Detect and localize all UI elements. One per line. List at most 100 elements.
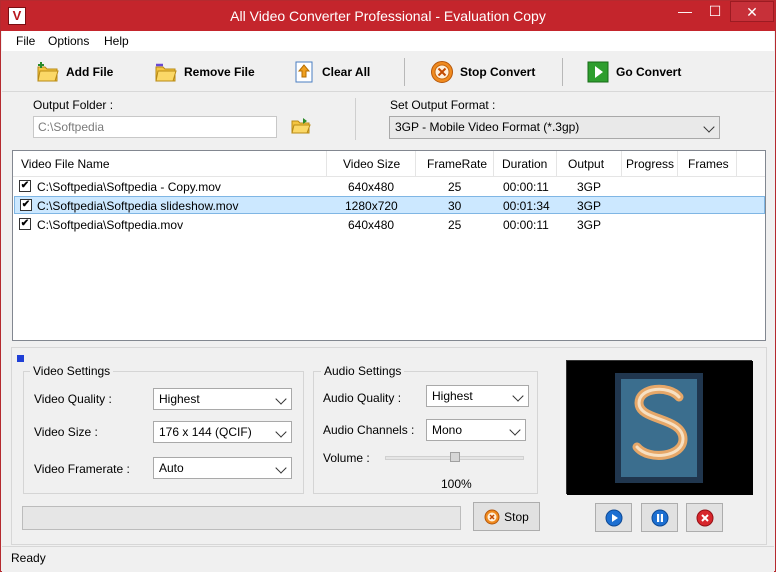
stop-button[interactable]: Stop xyxy=(473,502,540,531)
remove-file-icon xyxy=(154,60,178,84)
column-divider[interactable] xyxy=(621,151,622,177)
row-file-name: C:\Softpedia\Softpedia - Copy.mov xyxy=(37,180,221,194)
video-framerate-value: Auto xyxy=(159,461,184,475)
table-row[interactable]: ✔ C:\Softpedia\Softpedia.mov 640x480 25 … xyxy=(14,215,765,234)
app-window: V All Video Converter Professional - Eva… xyxy=(0,0,776,572)
volume-slider-thumb[interactable] xyxy=(449,452,460,462)
go-convert-label: Go Convert xyxy=(616,65,682,79)
maximize-button[interactable]: ☐ xyxy=(701,1,729,22)
browse-folder-icon[interactable] xyxy=(291,117,311,138)
row-checkbox[interactable]: ✔ xyxy=(20,199,32,211)
row-output: 3GP xyxy=(577,199,602,213)
row-framerate: 30 xyxy=(448,199,462,213)
table-row[interactable]: ✔ C:\Softpedia\Softpedia - Copy.mov 640x… xyxy=(14,177,765,196)
toolbar: Add File Remove File Clear All Stop Conv… xyxy=(2,52,774,92)
video-settings-title: Video Settings xyxy=(30,364,114,378)
file-list[interactable]: Video File Name Video Size FrameRate Dur… xyxy=(12,150,766,341)
column-divider[interactable] xyxy=(415,151,416,177)
output-divider xyxy=(355,98,356,140)
video-quality-select[interactable]: Highest xyxy=(153,388,292,410)
column-framerate[interactable]: FrameRate xyxy=(427,157,487,171)
file-list-header: Video File Name Video Size FrameRate Dur… xyxy=(13,151,765,177)
row-checkbox[interactable]: ✔ xyxy=(19,218,31,230)
stop-convert-button[interactable]: Stop Convert xyxy=(430,58,535,86)
menu-bar: File Options Help xyxy=(2,31,774,51)
chevron-down-icon xyxy=(703,121,715,133)
row-checkbox[interactable]: ✔ xyxy=(19,180,31,192)
column-divider[interactable] xyxy=(326,151,327,177)
column-divider[interactable] xyxy=(677,151,678,177)
pause-icon xyxy=(651,509,668,526)
video-preview xyxy=(566,360,753,495)
column-duration[interactable]: Duration xyxy=(502,157,547,171)
audio-channels-label: Audio Channels : xyxy=(323,423,415,437)
row-duration: 00:01:34 xyxy=(503,199,550,213)
output-format-select[interactable]: 3GP - Mobile Video Format (*.3gp) xyxy=(389,116,720,139)
audio-quality-select[interactable]: Highest xyxy=(426,385,529,407)
go-convert-icon xyxy=(586,60,610,84)
row-file-name: C:\Softpedia\Softpedia slideshow.mov xyxy=(37,199,239,213)
column-divider[interactable] xyxy=(493,151,494,177)
status-text: Ready xyxy=(11,551,46,565)
row-framerate: 25 xyxy=(448,180,462,194)
add-file-button[interactable]: Add File xyxy=(36,58,113,86)
go-convert-button[interactable]: Go Convert xyxy=(586,58,681,86)
pause-button[interactable] xyxy=(641,503,678,532)
minimize-button[interactable]: — xyxy=(671,1,699,22)
column-output[interactable]: Output xyxy=(568,157,604,171)
cancel-icon xyxy=(696,509,713,526)
row-framerate: 25 xyxy=(448,218,462,232)
stop-convert-icon xyxy=(430,60,454,84)
video-framerate-select[interactable]: Auto xyxy=(153,457,292,479)
status-bar: Ready xyxy=(2,546,774,572)
audio-quality-label: Audio Quality : xyxy=(323,391,402,405)
row-duration: 00:00:11 xyxy=(503,218,549,232)
row-output: 3GP xyxy=(577,218,602,232)
row-duration: 00:00:11 xyxy=(503,180,549,194)
chevron-down-icon xyxy=(509,424,521,436)
column-progress[interactable]: Progress xyxy=(626,157,674,171)
video-size-label: Video Size : xyxy=(34,425,98,439)
remove-file-button[interactable]: Remove File xyxy=(154,58,255,86)
row-output: 3GP xyxy=(577,180,602,194)
column-frames[interactable]: Frames xyxy=(688,157,729,171)
stop-label: Stop xyxy=(504,509,529,524)
remove-file-label: Remove File xyxy=(184,65,255,79)
chevron-down-icon xyxy=(512,390,524,402)
video-quality-value: Highest xyxy=(159,392,200,406)
play-icon xyxy=(605,509,622,526)
column-divider[interactable] xyxy=(556,151,557,177)
chevron-down-icon xyxy=(275,462,287,474)
table-row-selected[interactable]: ✔ C:\Softpedia\Softpedia slideshow.mov 1… xyxy=(14,196,765,214)
add-file-icon xyxy=(36,60,60,84)
audio-channels-select[interactable]: Mono xyxy=(426,419,526,441)
menu-file[interactable]: File xyxy=(16,34,35,48)
volume-label: Volume : xyxy=(323,451,370,465)
clear-all-icon xyxy=(292,60,316,84)
play-button[interactable] xyxy=(595,503,632,532)
toolbar-separator xyxy=(404,58,405,86)
column-video-size[interactable]: Video Size xyxy=(343,157,400,171)
conversion-progress-bar xyxy=(22,506,461,530)
toolbar-separator xyxy=(562,58,563,86)
video-quality-label: Video Quality : xyxy=(34,392,112,406)
audio-quality-value: Highest xyxy=(432,389,473,403)
output-format-value: 3GP - Mobile Video Format (*.3gp) xyxy=(395,120,580,134)
clear-all-button[interactable]: Clear All xyxy=(292,58,370,86)
video-size-select[interactable]: 176 x 144 (QCIF) xyxy=(153,421,292,443)
row-video-size: 640x480 xyxy=(348,218,395,232)
output-folder-field[interactable]: C:\Softpedia xyxy=(33,116,277,138)
volume-percent: 100% xyxy=(441,477,472,491)
menu-options[interactable]: Options xyxy=(48,34,89,48)
chevron-down-icon xyxy=(275,426,287,438)
add-file-label: Add File xyxy=(66,65,114,79)
column-video-file-name[interactable]: Video File Name xyxy=(21,157,110,171)
close-button[interactable]: ✕ xyxy=(730,1,774,22)
column-divider[interactable] xyxy=(736,151,737,177)
video-size-value: 176 x 144 (QCIF) xyxy=(159,425,252,439)
row-video-size: 1280x720 xyxy=(345,199,398,213)
cancel-button[interactable] xyxy=(686,503,723,532)
row-file-name: C:\Softpedia\Softpedia.mov xyxy=(37,218,184,232)
menu-help[interactable]: Help xyxy=(104,34,129,48)
output-format-label: Set Output Format : xyxy=(390,98,496,112)
